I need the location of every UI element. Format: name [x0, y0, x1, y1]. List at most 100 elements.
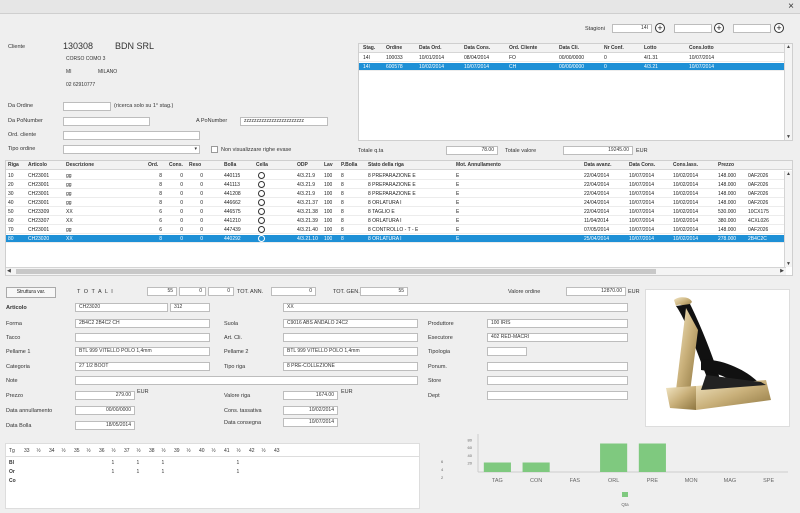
- valore-ordine-eur: EUR: [628, 289, 640, 295]
- forma-label: Forma: [6, 321, 22, 327]
- size-cell[interactable]: 1: [112, 469, 115, 475]
- scroll-down-icon[interactable]: ▼: [786, 261, 791, 267]
- stagioni-field-3[interactable]: [733, 24, 771, 33]
- produttore-field[interactable]: 100 IRIS: [487, 319, 628, 328]
- scroll-up-icon[interactable]: ▲: [786, 171, 791, 177]
- size-cell[interactable]: 1: [237, 469, 240, 475]
- stagioni-field-2[interactable]: [674, 24, 712, 33]
- note-field[interactable]: [75, 376, 418, 385]
- cella-icon[interactable]: [258, 190, 265, 197]
- chart-bar: [522, 462, 550, 472]
- order-row[interactable]: 14I 600578 10/02/2014 10/07/2014 CH 00/00/000…: [359, 63, 784, 71]
- line-row[interactable]: 30 CH23001 gg 8 0 0 441208 4/3.21.9 100 8 8 PREPAR…: [6, 190, 786, 198]
- line-row[interactable]: 80 CH23020 XX 8 0 0 440292 4/3.21.10 100 8 8 ORLAT…: [6, 235, 786, 243]
- articolo-desc-field[interactable]: XX: [283, 303, 628, 312]
- cella-icon[interactable]: [258, 226, 265, 233]
- line-cell: 8: [341, 191, 344, 197]
- art-cli-field[interactable]: [283, 333, 418, 342]
- lines-col-header: Articolo: [28, 162, 47, 168]
- scroll-left-icon[interactable]: ◀: [7, 268, 11, 274]
- pellame2-field[interactable]: BTL 999 VITELLO POLO 1,4mm: [283, 347, 418, 356]
- add-stagione-1-icon[interactable]: +: [655, 23, 665, 33]
- line-cell: 8: [159, 200, 162, 206]
- esecutore-field[interactable]: 402 RED-MACRI: [487, 333, 628, 342]
- orders-vscroll[interactable]: ▲ ▼: [784, 44, 792, 140]
- totali-label: T O T A L I: [77, 289, 114, 295]
- size-cell[interactable]: 1: [162, 469, 165, 475]
- size-cell[interactable]: 1: [137, 460, 140, 466]
- close-icon[interactable]: ×: [788, 1, 794, 12]
- size-header: 42: [249, 448, 255, 454]
- categoria-field[interactable]: 27 1/2 BOOT: [75, 362, 210, 371]
- scroll-right-icon[interactable]: ▶: [780, 268, 784, 274]
- hscroll-thumb[interactable]: [16, 269, 656, 274]
- da-ordine-input[interactable]: [63, 102, 111, 111]
- line-row[interactable]: 70 CH23001 gg 6 0 0 447439 4/3.21.40 100 8 8 CONTR…: [6, 226, 786, 234]
- line-row[interactable]: 60 CH23307 XX 6 0 0 441210 4/3.21.39 100 8 8 ORLAT…: [6, 217, 786, 225]
- chart-x-tick: SPE: [763, 478, 774, 484]
- da-ponumber-input[interactable]: [63, 117, 150, 126]
- data-consegna-field[interactable]: 10/07/2014: [283, 418, 338, 427]
- suola-field[interactable]: C9016 ABS ANDALO 24C2: [283, 319, 418, 328]
- line-cell: 10/02/2014: [673, 173, 699, 179]
- line-cell: CH23001: [28, 182, 50, 188]
- cons-tassativa-field[interactable]: 10/02/2014: [283, 406, 338, 415]
- ord-cliente-input[interactable]: [63, 131, 200, 140]
- lines-vscroll[interactable]: ▲ ▼: [784, 171, 792, 267]
- cella-icon[interactable]: [258, 172, 265, 179]
- articolo-field-2[interactable]: 312: [170, 303, 210, 312]
- line-cell: 8 PREPARAZIONE E: [368, 182, 416, 188]
- ponum-field[interactable]: [487, 362, 628, 371]
- forma-field[interactable]: 2B4C2 2B4C2 CH: [75, 319, 210, 328]
- add-stagione-3-icon[interactable]: +: [774, 23, 784, 33]
- articolo-field[interactable]: CH23020: [75, 303, 168, 312]
- line-cell: gg: [66, 200, 72, 206]
- tacco-field[interactable]: [75, 333, 210, 342]
- order-row[interactable]: 14I 100033 10/01/2014 08/04/2014 FO 00/00/000…: [359, 54, 784, 62]
- size-cell[interactable]: 1: [112, 460, 115, 466]
- pellame1-field[interactable]: BTL 999 VITELLO POLO 1,4mm: [75, 347, 210, 356]
- size-header: ½: [111, 448, 116, 454]
- line-row[interactable]: 20 CH23001 gg 8 0 0 441113 4/3.21.9 100 8 8 PREPAR…: [6, 181, 786, 189]
- tipo-ordine-select[interactable]: ▾: [63, 145, 200, 154]
- store-field[interactable]: [487, 376, 628, 385]
- size-cell[interactable]: 1: [237, 460, 240, 466]
- data-annullamento-field[interactable]: 00/00/0000: [75, 406, 135, 415]
- scroll-up-icon[interactable]: ▲: [786, 44, 791, 50]
- struttura-var-button[interactable]: Struttura var.: [6, 287, 56, 298]
- size-cell[interactable]: 1: [162, 460, 165, 466]
- line-cell: 22/04/2014: [584, 173, 610, 179]
- non-visualizzare-checkbox[interactable]: [211, 146, 218, 153]
- chart-y-tick: 40: [468, 453, 473, 458]
- cella-icon[interactable]: [258, 208, 265, 215]
- tipologia-field[interactable]: [487, 347, 527, 356]
- a-ponumber-input[interactable]: zzzzzzzzzzzzzzzzzzzzzzzz: [240, 117, 328, 126]
- dept-field[interactable]: [487, 391, 628, 400]
- size-header: 38: [149, 448, 155, 454]
- stagioni-field[interactable]: 14I: [612, 24, 652, 33]
- cliente-name: BDN SRL: [115, 41, 155, 51]
- add-stagione-2-icon[interactable]: +: [714, 23, 724, 33]
- size-cell[interactable]: 1: [137, 469, 140, 475]
- prezzo-field[interactable]: 279.00: [75, 391, 135, 400]
- line-row[interactable]: 40 CH23001 gg 8 0 0 446662 4/3.21.37 100 8 8 ORLAT…: [6, 199, 786, 207]
- scroll-down-icon[interactable]: ▼: [786, 134, 791, 140]
- line-cell: 8: [159, 182, 162, 188]
- line-cell: 8 CONTROLLO - T - E: [368, 227, 419, 233]
- cella-icon[interactable]: [258, 217, 265, 224]
- cella-icon[interactable]: [258, 181, 265, 188]
- cella-icon[interactable]: [258, 199, 265, 206]
- note-label: Note: [6, 378, 18, 384]
- cella-icon[interactable]: [258, 235, 265, 242]
- size-header: 43: [274, 448, 280, 454]
- line-cell: 0: [200, 173, 203, 179]
- line-cell: 8 ORLATURA I: [368, 200, 402, 206]
- tipo-riga-field[interactable]: 8 PRE-COLLEZIONE: [283, 362, 418, 371]
- line-row[interactable]: 10 CH23001 gg 8 0 0 440115 4/3.21.9 100 8 8 PREPAR…: [6, 172, 786, 180]
- data-bolla-field[interactable]: 18/05/2014: [75, 421, 135, 430]
- cliente-prov: MI: [66, 69, 72, 75]
- lines-hscroll[interactable]: ◀ ▶: [6, 267, 786, 275]
- production-chart: 80 60 40 20 6 4 2 TAG CON FAS ORL PRE MON MAG SPE Qta: [433, 430, 795, 510]
- line-cell: 10/07/2014: [629, 191, 655, 197]
- line-row[interactable]: 50 CH23309 XX 6 0 0 446575 4/3.21.38 100 8 8 TAGLI…: [6, 208, 786, 216]
